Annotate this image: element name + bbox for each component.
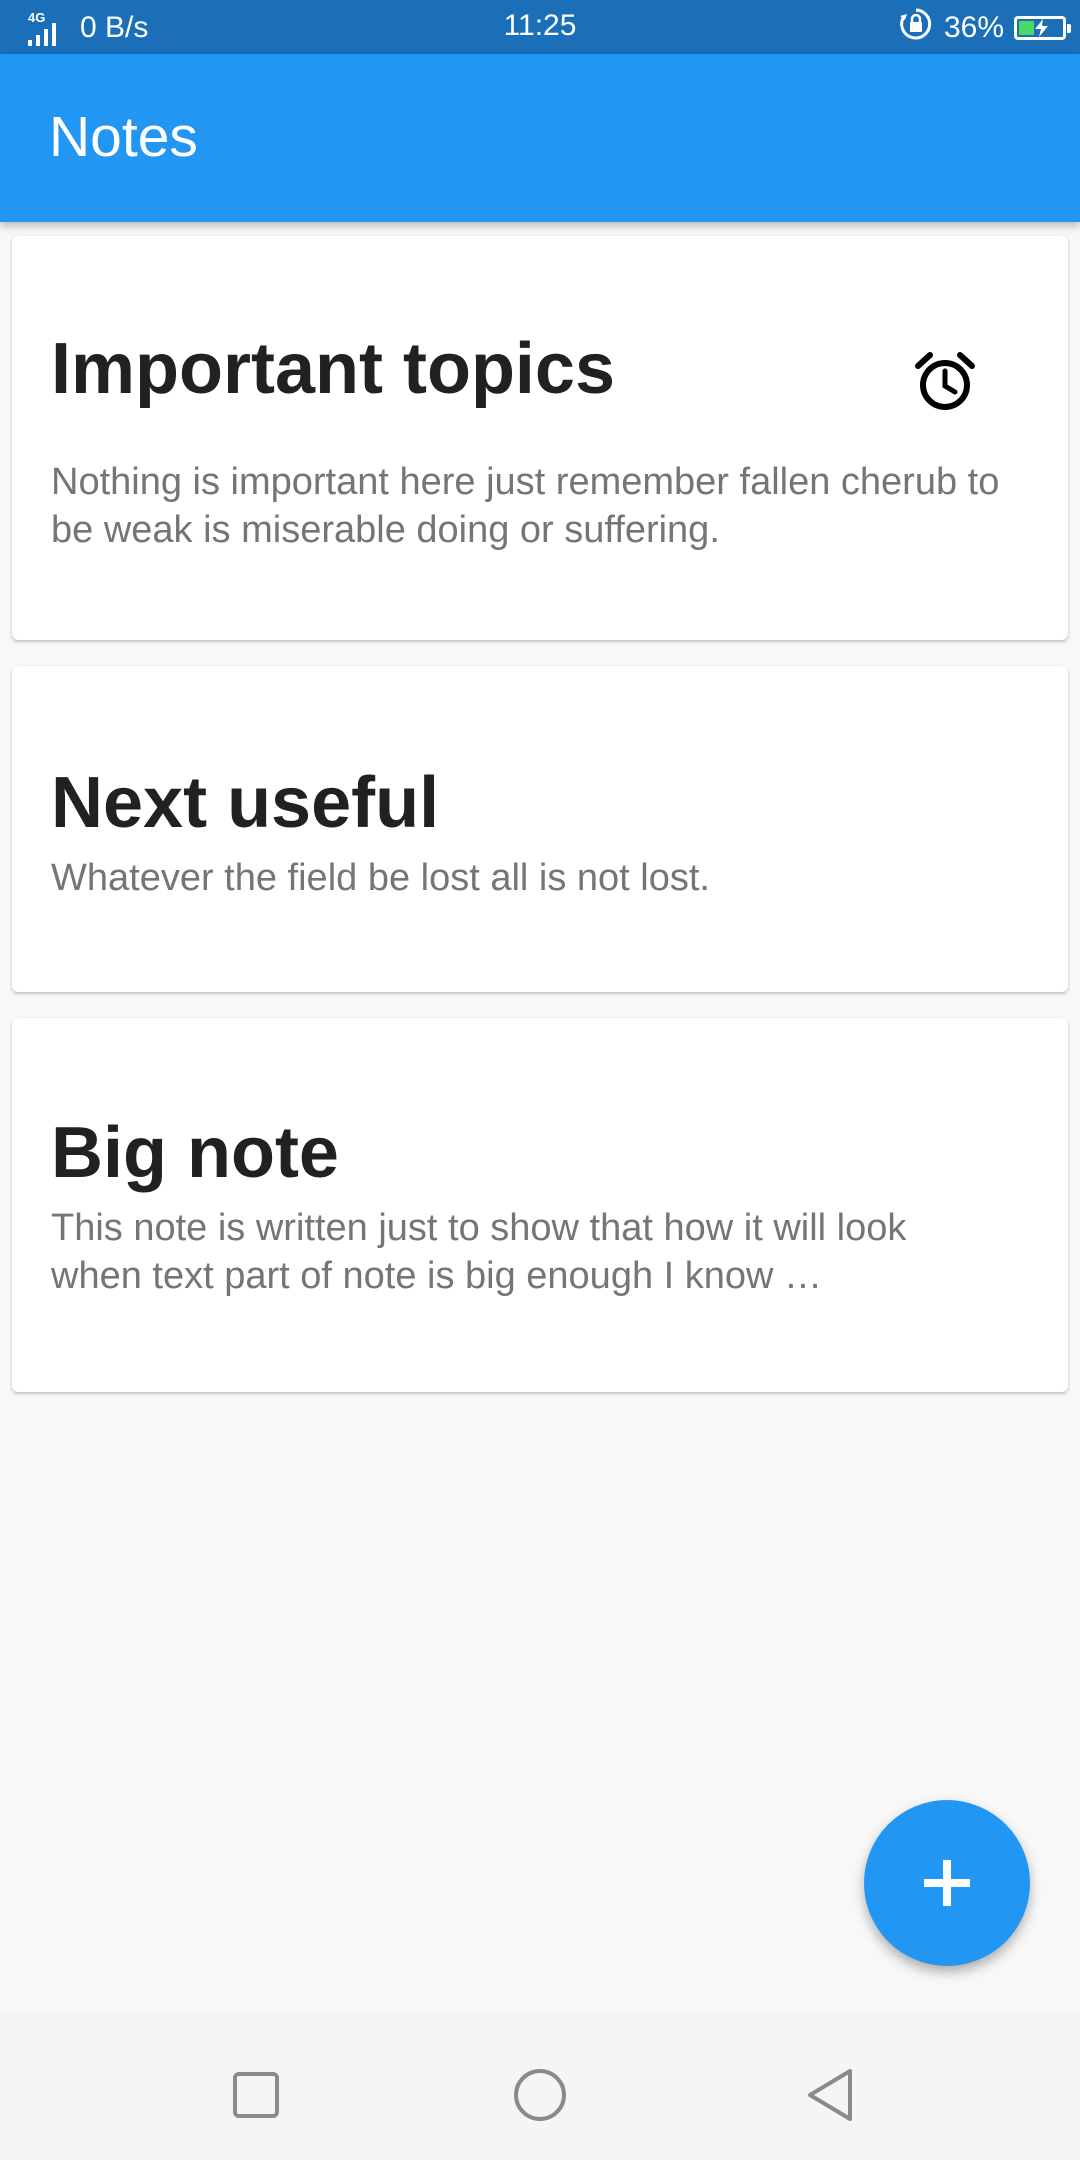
add-note-button[interactable] xyxy=(864,1800,1030,1966)
note-body: Nothing is important here just remember … xyxy=(51,461,1000,551)
note-title: Important topics xyxy=(51,329,616,409)
battery-charging-icon xyxy=(1014,16,1071,40)
status-bar: 4G 0 B/s 11:25 36% xyxy=(0,0,1080,54)
note-card[interactable]: Big note This note is written just to sh… xyxy=(12,1018,1068,1392)
app-bar: Notes xyxy=(0,54,1080,222)
alarm-icon xyxy=(910,346,980,416)
note-card[interactable]: Next useful Whatever the field be lost a… xyxy=(12,666,1068,992)
back-icon[interactable] xyxy=(790,2055,870,2135)
note-title: Next useful xyxy=(51,763,440,843)
home-icon[interactable] xyxy=(500,2055,580,2135)
note-body: This note is written just to show that h… xyxy=(51,1207,907,1297)
system-nav-bar xyxy=(0,2010,1080,2160)
app-title: Notes xyxy=(49,105,198,169)
recent-apps-icon[interactable] xyxy=(216,2055,296,2135)
battery-percent: 36% xyxy=(943,11,1004,44)
note-card[interactable]: Important topics Nothing is important he… xyxy=(12,236,1068,640)
rotation-lock-icon xyxy=(898,6,934,50)
note-body: Whatever the field be lost all is not lo… xyxy=(51,857,710,899)
note-title: Big note xyxy=(51,1113,339,1193)
status-right: 36% xyxy=(898,6,1071,50)
